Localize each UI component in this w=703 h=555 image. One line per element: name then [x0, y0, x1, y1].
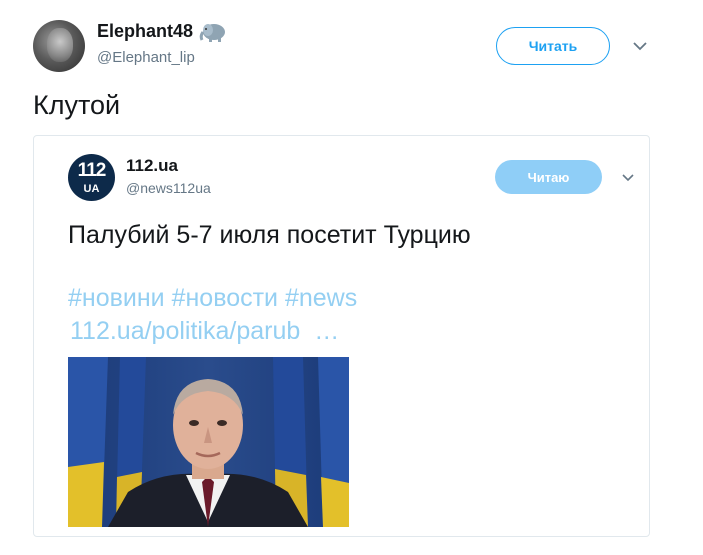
tweet-link[interactable]: 112.ua/politika/parub … [70, 317, 339, 346]
author-display-name[interactable]: Elephant48 [97, 21, 193, 42]
following-button[interactable]: Читаю [495, 160, 602, 194]
hashtags[interactable]: #новини #новости #news [68, 284, 357, 313]
tweet-text: Клутой [33, 90, 121, 120]
chevron-down-icon[interactable] [632, 38, 648, 54]
news-logo-avatar[interactable]: 112 UA [68, 154, 115, 201]
quoted-tweet-text: Палубий 5-7 июля посетит Турцию [68, 221, 471, 249]
quoted-display-name[interactable]: 112.ua [126, 156, 178, 176]
link-ellipsis: … [314, 317, 340, 345]
elephant-icon [199, 22, 227, 42]
quoted-handle[interactable]: @news112ua [126, 180, 211, 196]
news-photo[interactable] [68, 357, 349, 527]
follow-button[interactable]: Читать [496, 27, 610, 65]
portrait-illustration [68, 357, 349, 527]
chevron-down-icon[interactable] [621, 171, 635, 185]
logo-subtext: UA [83, 183, 100, 195]
link-text[interactable]: 112.ua/politika/parub [70, 317, 300, 345]
avatar-face [47, 28, 73, 62]
avatar[interactable] [33, 20, 85, 72]
quoted-tweet-card[interactable]: 112 UA 112.ua @news112ua Читаю Палубий 5… [33, 135, 650, 537]
logo-number: 112 [77, 160, 107, 181]
author-name-row: Elephant48 [97, 21, 227, 42]
author-handle[interactable]: @Elephant_lip [97, 49, 195, 66]
